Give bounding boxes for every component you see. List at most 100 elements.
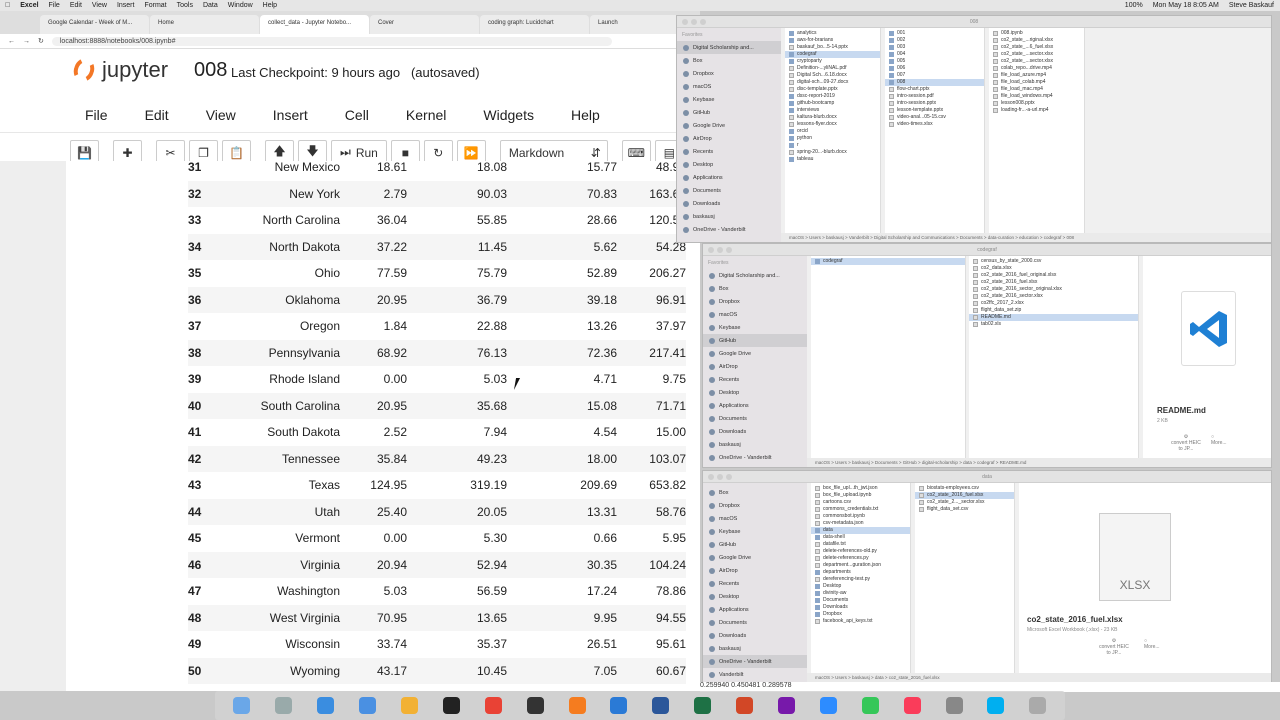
more-action[interactable]: ○ More... xyxy=(1211,434,1227,446)
menu-tools[interactable]: Tools xyxy=(177,2,193,9)
settings-icon[interactable] xyxy=(945,697,963,714)
trash-icon[interactable] xyxy=(1029,697,1047,714)
sidebar-item[interactable]: AirDrop xyxy=(703,564,807,577)
file-item[interactable]: interviews xyxy=(785,107,880,114)
menu-app-name[interactable]: Excel xyxy=(20,2,38,9)
file-item[interactable]: digital-sch...09-27.docx xyxy=(785,79,880,86)
file-item[interactable]: delete-references-old.py xyxy=(811,548,910,555)
sidebar-item[interactable]: OneDrive - Vanderbilt xyxy=(703,655,807,668)
file-item[interactable]: cryptoparty xyxy=(785,58,880,65)
file-item[interactable]: facebook_api_keys.txt xyxy=(811,618,910,625)
powerpoint-icon[interactable] xyxy=(736,697,754,714)
sidebar-item[interactable]: GitHub xyxy=(677,106,781,119)
jmenu-file[interactable]: File xyxy=(85,107,108,123)
sidebar-item[interactable]: Digital Scholarship and... xyxy=(677,41,781,54)
menu-file[interactable]: File xyxy=(49,2,60,9)
file-item[interactable]: disc-template.pptx xyxy=(785,86,880,93)
file-item[interactable]: Desktop xyxy=(811,583,910,590)
file-item[interactable]: data-shell xyxy=(811,534,910,541)
file-item[interactable]: 001 xyxy=(885,30,984,37)
clock[interactable]: Mon May 18 8:05 AM xyxy=(1153,2,1219,9)
excel-icon[interactable] xyxy=(694,697,712,714)
word-icon[interactable] xyxy=(652,697,670,714)
file-item[interactable]: co2_state_2016_sector.xlsx xyxy=(969,293,1138,300)
file-item[interactable]: intro-session.pdf xyxy=(885,93,984,100)
file-item[interactable]: file_load_mac.mp4 xyxy=(989,86,1084,93)
file-item[interactable]: r xyxy=(785,142,880,149)
file-item[interactable]: box_file_upl...th_jwt.json xyxy=(811,485,910,492)
sidebar-item[interactable]: Recents xyxy=(677,145,781,158)
zoom-icon[interactable] xyxy=(819,697,837,714)
file-item[interactable]: codegraf xyxy=(811,258,965,265)
file-item[interactable]: census_by_state_2000.csv xyxy=(969,258,1138,265)
sidebar-item[interactable]: OneDrive - Vanderbilt xyxy=(677,223,781,236)
sidebar-item[interactable]: Digital Scholarship and... xyxy=(703,269,807,282)
more-action[interactable]: ○ More... xyxy=(1144,638,1160,650)
file-item[interactable]: flow-chart.pptx xyxy=(885,86,984,93)
sidebar-item[interactable]: Downloads xyxy=(677,197,781,210)
file-item[interactable]: tab02.xls xyxy=(969,321,1138,328)
file-item[interactable]: biostats-employees.csv xyxy=(915,485,1014,492)
jmenu-edit[interactable]: Edit xyxy=(145,107,169,123)
sidebar-item[interactable]: Applications xyxy=(703,603,807,616)
jmenu-insert[interactable]: Insert xyxy=(273,107,308,123)
sidebar-item[interactable]: Keybase xyxy=(703,321,807,334)
file-item[interactable]: commonsbot.ipynb xyxy=(811,513,910,520)
sidebar-item[interactable]: Recents xyxy=(703,577,807,590)
sidebar-item[interactable]: Downloads xyxy=(703,425,807,438)
sidebar-item[interactable]: Vanderbilt xyxy=(703,668,807,681)
sidebar-item[interactable]: Box xyxy=(703,282,807,295)
file-item[interactable]: orcid xyxy=(785,128,880,135)
file-item[interactable]: python xyxy=(785,135,880,142)
sidebar-item[interactable]: Downloads xyxy=(703,629,807,642)
file-item[interactable]: file_load_colab.mp4 xyxy=(989,79,1084,86)
jmenu-kernel[interactable]: Kernel xyxy=(406,107,446,123)
file-item[interactable]: loading-fr...-a-url.mp4 xyxy=(989,107,1084,114)
file-item[interactable]: divinity-aw xyxy=(811,590,910,597)
file-item[interactable]: lesson-template.pptx xyxy=(885,107,984,114)
file-item[interactable]: datafile.txt xyxy=(811,541,910,548)
user-name[interactable]: Steve Baskauf xyxy=(1229,2,1274,9)
file-item[interactable]: 005 xyxy=(885,58,984,65)
sidebar-item[interactable]: Box xyxy=(703,486,807,499)
sidebar-item[interactable]: Box xyxy=(677,54,781,67)
file-item[interactable]: 006 xyxy=(885,65,984,72)
file-item[interactable]: kaltura-blurb.docx xyxy=(785,114,880,121)
tab-cover[interactable]: Cover xyxy=(370,15,479,34)
convert-action[interactable]: ⚙ convert HEIC to JP... xyxy=(1099,638,1129,656)
sidebar-item[interactable]: macOS xyxy=(703,512,807,525)
file-item[interactable]: spring-20...-blurb.docx xyxy=(785,149,880,156)
sidebar-item[interactable]: Desktop xyxy=(703,386,807,399)
menu-format[interactable]: Format xyxy=(144,2,166,9)
github-icon[interactable] xyxy=(526,697,544,714)
sidebar-item[interactable]: GitHub xyxy=(703,334,807,347)
sidebar-item[interactable]: Dropbox xyxy=(677,67,781,80)
sidebar-item[interactable]: AirDrop xyxy=(703,360,807,373)
sidebar-item[interactable]: Google Drive xyxy=(703,347,807,360)
sidebar-item[interactable]: AirDrop xyxy=(677,132,781,145)
battery-status[interactable]: 100% xyxy=(1125,2,1143,9)
jmenu-cell[interactable]: Cell xyxy=(345,107,369,123)
file-item[interactable]: github-bootcamp xyxy=(785,100,880,107)
file-item[interactable]: co2_state_2016_fuel.xlsx xyxy=(969,279,1138,286)
sidebar-item[interactable]: Documents xyxy=(677,184,781,197)
file-item[interactable]: 004 xyxy=(885,51,984,58)
sidebar-item[interactable]: Documents xyxy=(703,412,807,425)
jmenu-view[interactable]: View xyxy=(206,107,236,123)
sidebar-item[interactable]: Recents xyxy=(703,373,807,386)
sidebar-item[interactable]: Google Drive xyxy=(677,119,781,132)
tab-jupyter[interactable]: collect_data - Jupyter Notebo... xyxy=(260,15,369,34)
file-item[interactable]: box_file_upload.ipynb xyxy=(811,492,910,499)
file-item[interactable]: Digital Sch...6.18.docx xyxy=(785,72,880,79)
file-item[interactable]: lessons-flyer.docx xyxy=(785,121,880,128)
photos-icon[interactable] xyxy=(401,697,418,714)
sidebar-item[interactable]: Keybase xyxy=(703,525,807,538)
launchpad-icon[interactable] xyxy=(275,697,293,714)
menu-insert[interactable]: Insert xyxy=(117,2,135,9)
file-item[interactable]: intro-session.pptx xyxy=(885,100,984,107)
file-item[interactable]: tableau xyxy=(785,156,880,163)
sidebar-item[interactable]: Google Drive xyxy=(703,551,807,564)
file-item[interactable]: 008 xyxy=(885,79,984,86)
back-icon[interactable]: ← xyxy=(8,38,15,45)
file-item[interactable]: co2_state_2016_fuel.xlsx xyxy=(915,492,1014,499)
